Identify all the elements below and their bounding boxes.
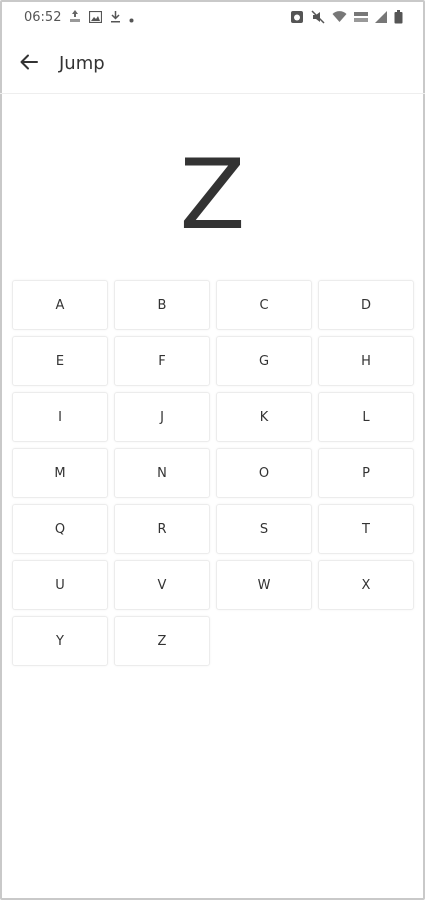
status-bar: 06:52 (0, 0, 425, 34)
letter-button-z[interactable]: Z (114, 616, 210, 666)
dot-icon (129, 8, 134, 27)
letter-button-t[interactable]: T (318, 504, 414, 554)
letter-button-s[interactable]: S (216, 504, 312, 554)
current-letter-display: Z (179, 139, 246, 251)
letter-button-u[interactable]: U (12, 560, 108, 610)
letter-button-e[interactable]: E (12, 336, 108, 386)
letter-button-g[interactable]: G (216, 336, 312, 386)
letter-button-i[interactable]: I (12, 392, 108, 442)
app-bar: Jump (0, 34, 425, 94)
letter-button-j[interactable]: J (114, 392, 210, 442)
battery-icon (394, 10, 403, 24)
letter-button-f[interactable]: F (114, 336, 210, 386)
letter-button-o[interactable]: O (216, 448, 312, 498)
page-title: Jump (59, 53, 105, 74)
back-button[interactable] (1, 36, 57, 92)
letter-button-a[interactable]: A (12, 280, 108, 330)
volte-icon (354, 11, 368, 23)
letter-button-q[interactable]: Q (12, 504, 108, 554)
mute-icon (311, 10, 325, 24)
letter-button-x[interactable]: X (318, 560, 414, 610)
letter-button-d[interactable]: D (318, 280, 414, 330)
arrow-left-icon (19, 52, 39, 76)
nfc-icon (69, 8, 81, 27)
letter-grid: ABCD EFGH IJKL MNOP QRST UVWX YZ (12, 280, 416, 666)
letter-button-c[interactable]: C (216, 280, 312, 330)
download-icon (110, 8, 121, 27)
status-left: 06:52 (24, 8, 134, 27)
letter-button-y[interactable]: Y (12, 616, 108, 666)
letter-button-k[interactable]: K (216, 392, 312, 442)
letter-button-w[interactable]: W (216, 560, 312, 610)
letter-button-b[interactable]: B (114, 280, 210, 330)
letter-button-h[interactable]: H (318, 336, 414, 386)
letter-button-l[interactable]: L (318, 392, 414, 442)
wifi-icon (332, 11, 347, 23)
image-icon (89, 8, 103, 27)
letter-button-v[interactable]: V (114, 560, 210, 610)
letter-button-p[interactable]: P (318, 448, 414, 498)
status-right (290, 10, 403, 24)
letter-button-n[interactable]: N (114, 448, 210, 498)
letter-button-m[interactable]: M (12, 448, 108, 498)
letter-button-r[interactable]: R (114, 504, 210, 554)
signal-icon (375, 11, 387, 23)
status-time: 06:52 (24, 9, 62, 25)
alarm-icon (290, 10, 304, 24)
